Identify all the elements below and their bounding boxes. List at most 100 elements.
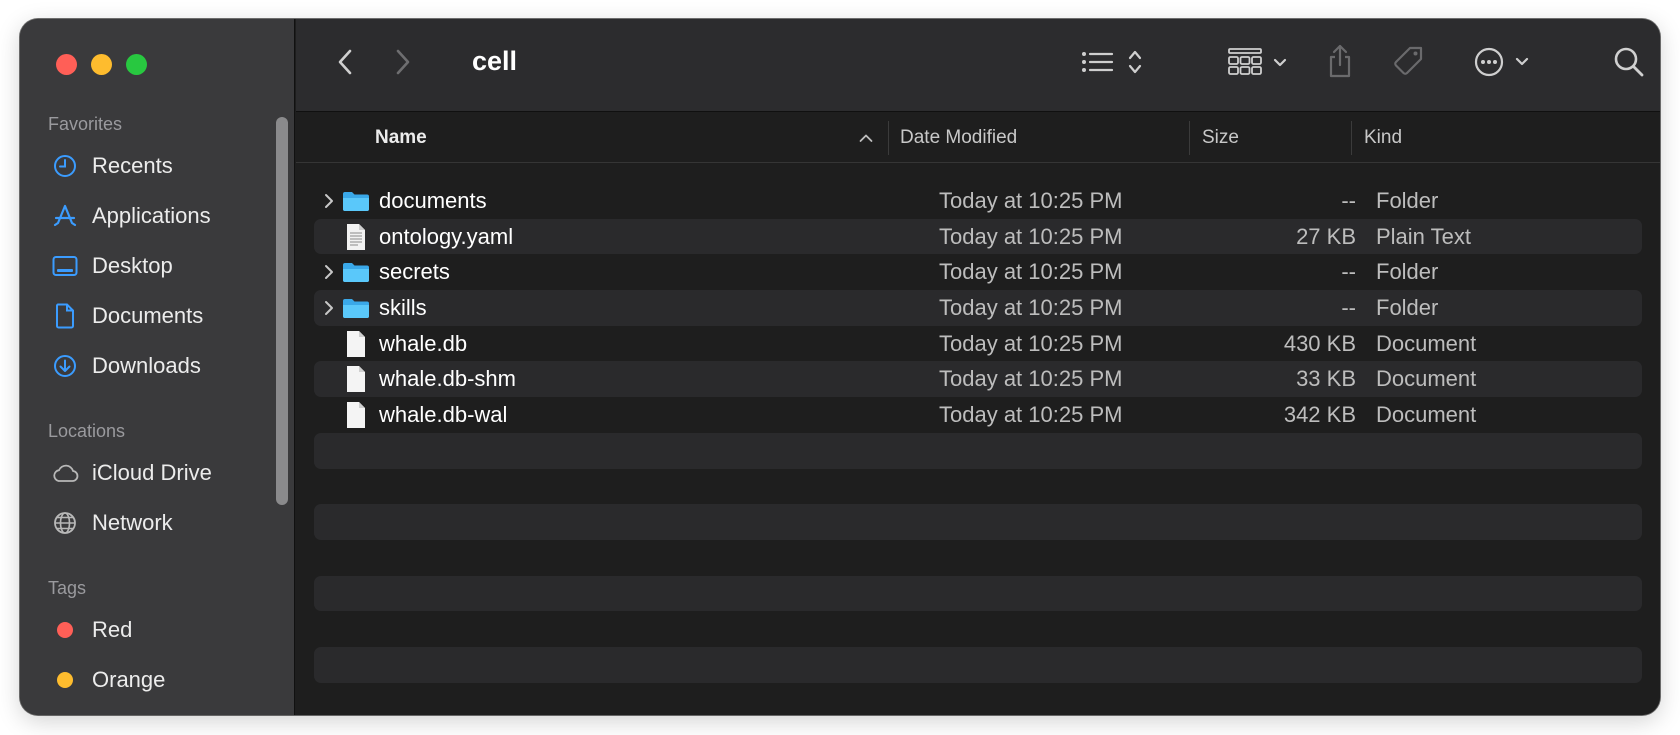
sidebar-item-tag-red[interactable]: Red <box>20 605 295 655</box>
blank-document-icon <box>342 326 370 362</box>
sidebar-item-label: Red <box>92 617 133 642</box>
file-kind: Folder <box>1376 259 1439 285</box>
file-name: ontology.yaml <box>379 223 514 249</box>
empty-row <box>314 683 1642 715</box>
sidebar-item-network[interactable]: Network <box>20 498 295 548</box>
sidebar: Favorites Recents Applications Desktop D… <box>20 19 295 715</box>
file-list: Name Date Modified Size Kind documents T… <box>296 113 1660 715</box>
forward-button[interactable] <box>388 47 418 77</box>
sidebar-item-label: Documents <box>92 303 204 328</box>
file-name: secrets <box>379 259 450 285</box>
file-size: -- <box>1341 188 1356 213</box>
disclosure-chevron-icon[interactable] <box>320 254 338 290</box>
sidebar-item-label: Desktop <box>92 253 173 278</box>
blank-document-icon <box>342 397 370 433</box>
file-row-whale-db-shm[interactable]: whale.db-shm Today at 10:25 PM 33 KB Doc… <box>314 361 1642 398</box>
more-actions-button[interactable] <box>1472 45 1536 79</box>
file-name: skills <box>379 295 427 321</box>
close-window-button[interactable] <box>56 54 77 75</box>
document-icon <box>50 301 80 331</box>
column-divider[interactable] <box>1189 121 1190 155</box>
sidebar-item-label: Network <box>92 510 173 535</box>
sort-ascending-icon[interactable] <box>856 113 876 163</box>
sidebar-scrollbar[interactable] <box>276 117 288 505</box>
file-rows: documents Today at 10:25 PM -- Folder on… <box>314 183 1642 715</box>
file-row-secrets[interactable]: secrets Today at 10:25 PM -- Folder <box>314 254 1642 290</box>
sidebar-item-applications[interactable]: Applications <box>20 191 295 241</box>
search-icon <box>1614 47 1644 77</box>
column-name[interactable]: Name <box>375 113 427 163</box>
window-title: cell <box>472 46 518 76</box>
file-name: whale.db-shm <box>379 366 516 392</box>
column-divider[interactable] <box>1351 121 1352 155</box>
list-view-icon <box>1082 50 1142 74</box>
file-kind: Folder <box>1376 188 1439 213</box>
tags-section: Tags Red Orange <box>20 571 295 705</box>
column-size[interactable]: Size <box>1202 113 1239 163</box>
blank-document-icon <box>342 361 370 397</box>
search-button[interactable] <box>1612 45 1646 79</box>
tags-heading: Tags <box>48 578 87 598</box>
file-row-ontology-yaml[interactable]: ontology.yaml Today at 10:25 PM 27 KB Pl… <box>314 218 1642 255</box>
cloud-icon <box>50 458 80 488</box>
red-tag-icon <box>50 615 80 645</box>
clock-icon <box>50 151 80 181</box>
tags-button[interactable] <box>1390 43 1428 81</box>
sidebar-item-icloud-drive[interactable]: iCloud Drive <box>20 448 295 498</box>
file-date: Today at 10:25 PM <box>939 223 1123 249</box>
globe-icon <box>50 508 80 538</box>
locations-section: Locations iCloud Drive Network <box>20 414 295 548</box>
file-size: 27 KB <box>1296 223 1356 249</box>
sidebar-item-label: Downloads <box>92 353 201 378</box>
empty-row <box>314 611 1642 647</box>
file-date: Today at 10:25 PM <box>939 295 1123 321</box>
share-button[interactable] <box>1324 41 1356 81</box>
empty-row <box>314 432 1642 469</box>
column-divider[interactable] <box>888 121 889 155</box>
favorites-heading: Favorites <box>48 114 123 134</box>
file-size: 33 KB <box>1296 366 1356 392</box>
sidebar-item-label: Recents <box>92 153 173 178</box>
file-row-whale-db-wal[interactable]: whale.db-wal Today at 10:25 PM 342 KB Do… <box>314 397 1642 433</box>
sidebar-item-documents[interactable]: Documents <box>20 291 295 341</box>
sidebar-item-tag-orange[interactable]: Orange <box>20 655 295 705</box>
file-kind: Document <box>1376 366 1477 392</box>
file-kind: Plain Text <box>1376 223 1471 249</box>
file-date: Today at 10:25 PM <box>939 330 1123 356</box>
favorites-section: Favorites Recents Applications Desktop D… <box>20 107 295 391</box>
list-view-button[interactable] <box>1078 45 1148 79</box>
text-file-icon <box>342 219 370 255</box>
grid-group-icon <box>1228 48 1287 75</box>
sidebar-item-downloads[interactable]: Downloads <box>20 341 295 391</box>
file-row-whale-db[interactable]: whale.db Today at 10:25 PM 430 KB Docume… <box>314 326 1642 362</box>
column-date-modified[interactable]: Date Modified <box>900 113 1017 163</box>
folder-icon <box>342 183 370 219</box>
sidebar-item-label: iCloud Drive <box>92 460 212 485</box>
file-date: Today at 10:25 PM <box>939 366 1123 392</box>
group-by-button[interactable] <box>1226 45 1294 79</box>
file-kind: Folder <box>1376 295 1439 321</box>
tag-icon <box>1394 46 1423 75</box>
minimize-window-button[interactable] <box>91 54 112 75</box>
sidebar-item-recents[interactable]: Recents <box>20 141 295 191</box>
file-date: Today at 10:25 PM <box>939 188 1123 213</box>
share-icon <box>1329 44 1351 78</box>
desktop-icon <box>50 251 80 281</box>
disclosure-chevron-icon[interactable] <box>320 290 338 326</box>
toolbar: cell <box>296 19 1660 112</box>
sidebar-item-desktop[interactable]: Desktop <box>20 241 295 291</box>
file-size: 430 KB <box>1283 330 1356 356</box>
column-kind[interactable]: Kind <box>1364 113 1402 163</box>
disclosure-chevron-icon[interactable] <box>320 183 338 219</box>
file-name: documents <box>379 188 487 213</box>
file-row-documents[interactable]: documents Today at 10:25 PM -- Folder <box>314 183 1642 219</box>
file-size: 342 KB <box>1283 402 1356 428</box>
back-button[interactable] <box>330 47 360 77</box>
folder-icon <box>342 254 370 290</box>
orange-tag-icon <box>50 665 80 695</box>
chevron-right-icon <box>396 49 410 75</box>
sidebar-item-label: Orange <box>92 667 166 692</box>
file-size: -- <box>1341 259 1356 285</box>
file-row-skills[interactable]: skills Today at 10:25 PM -- Folder <box>314 290 1642 326</box>
zoom-window-button[interactable] <box>126 54 147 75</box>
